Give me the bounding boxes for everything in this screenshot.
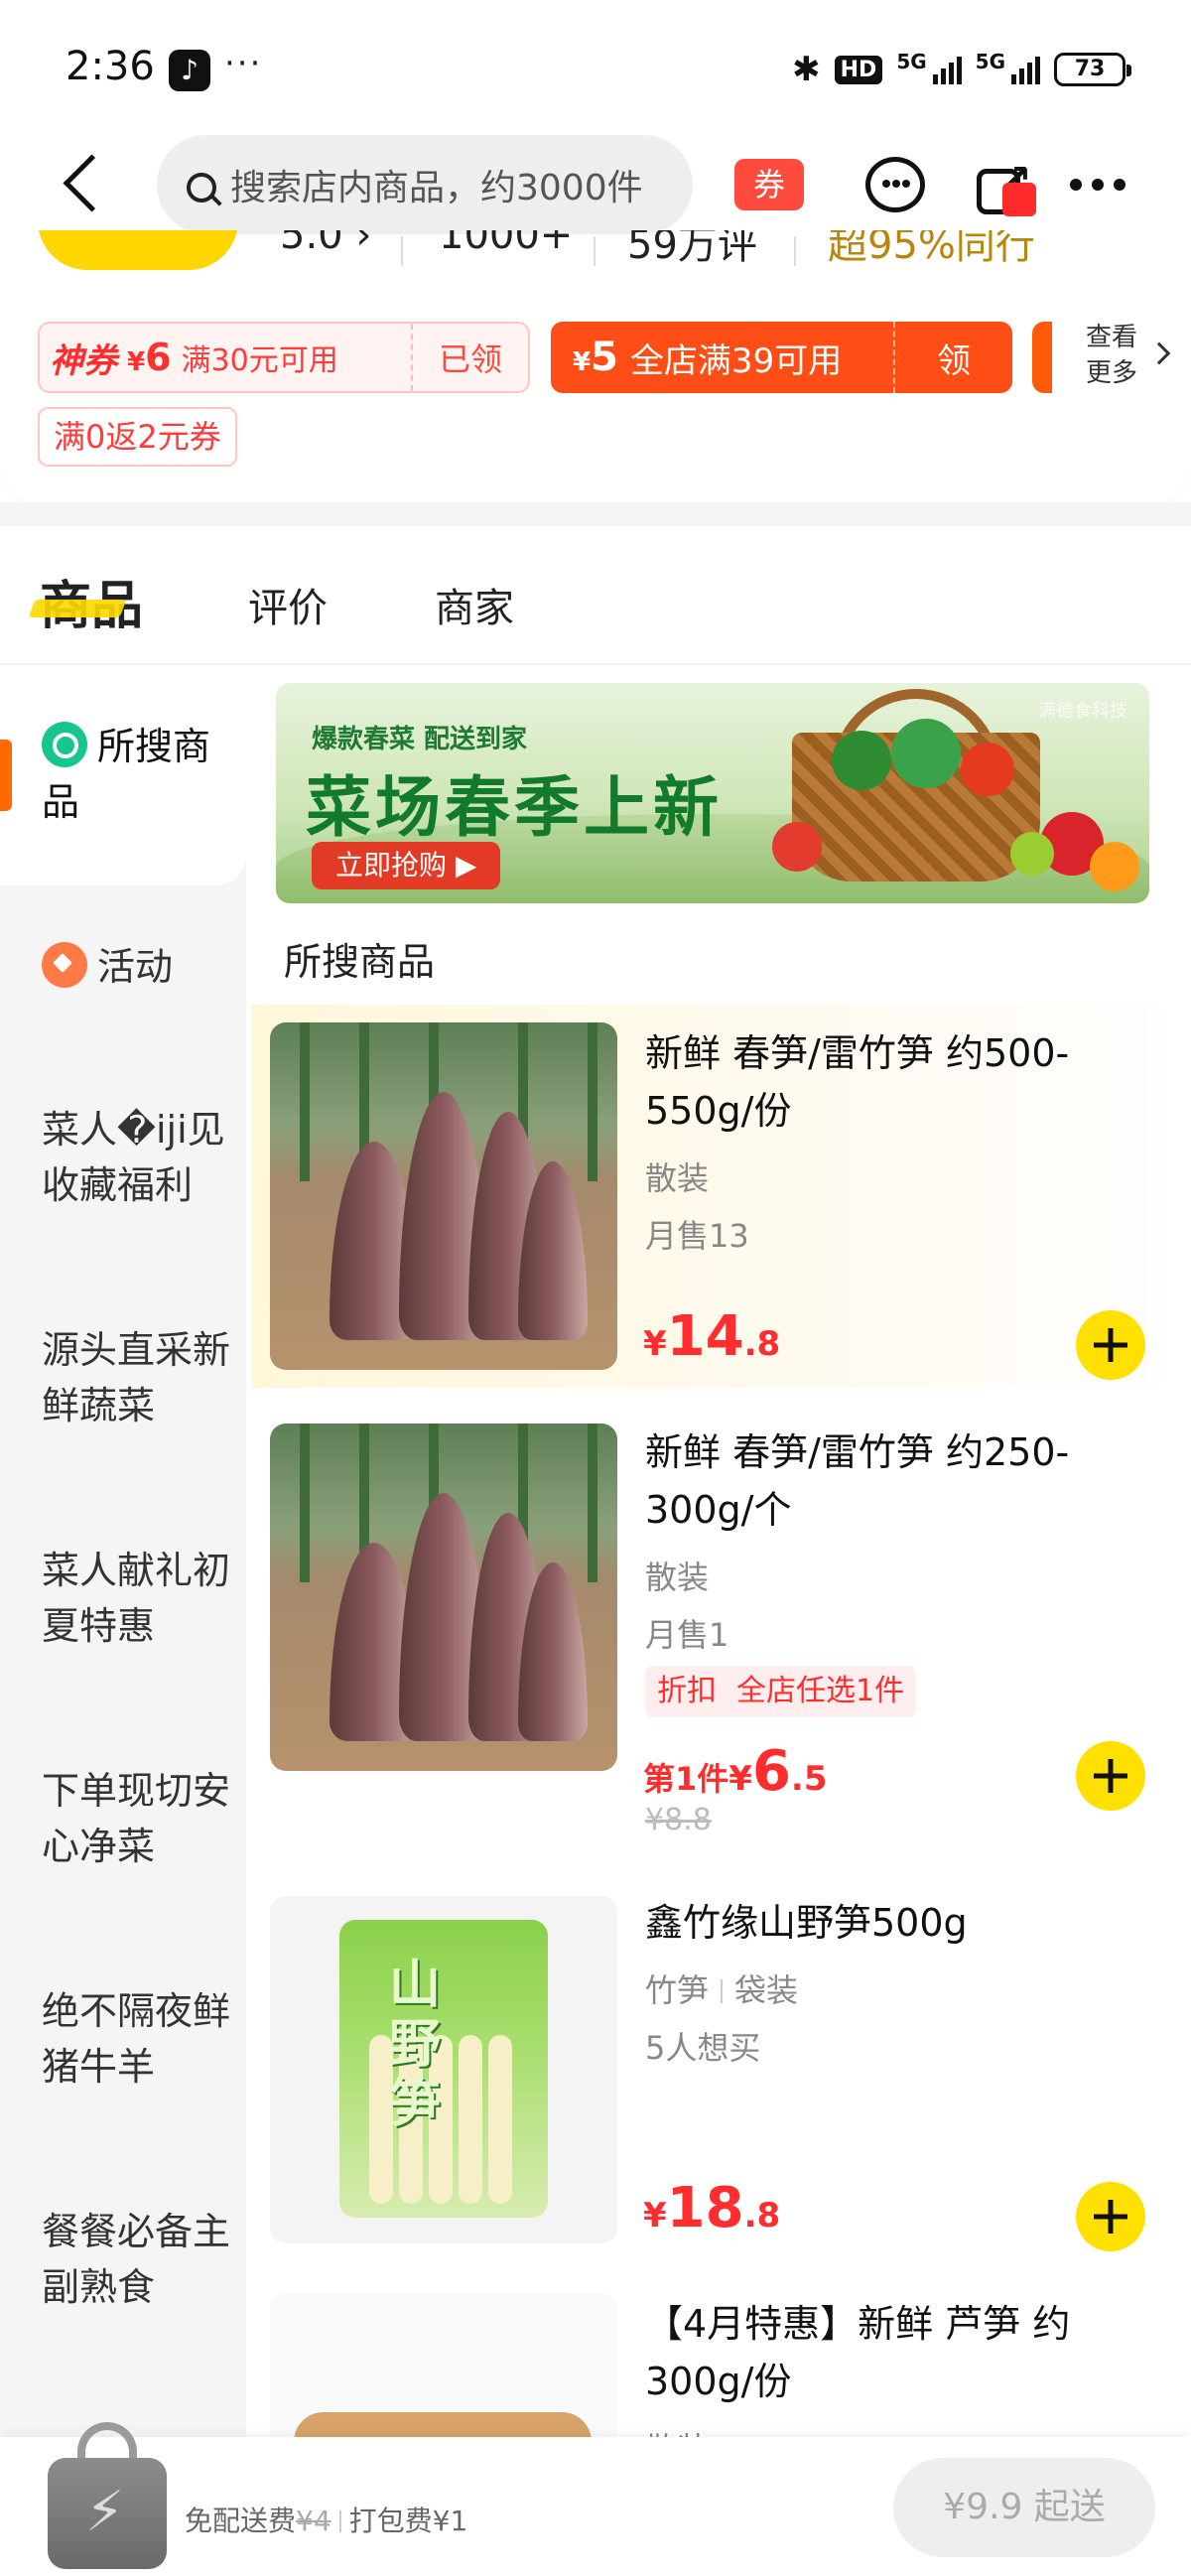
tab-reviews[interactable]: 评价 bbox=[248, 576, 328, 633]
product-title: 鑫竹缘山野笋500g bbox=[645, 1901, 968, 1945]
sidebar-item-fresh-meat[interactable]: 绝不隔夜鲜猪牛羊 bbox=[42, 1983, 240, 2095]
battery-icon: 73 bbox=[1054, 53, 1131, 86]
signal-icon bbox=[932, 55, 962, 84]
coupon-a-status: 已领 bbox=[411, 324, 528, 391]
store-coupon-claim[interactable]: ¥5 全店满39可用 领 bbox=[551, 322, 1012, 393]
store-logo bbox=[38, 230, 238, 270]
add-to-cart-button[interactable] bbox=[1076, 2182, 1145, 2251]
banner-subtitle: 爆款春菜 配送到家 bbox=[312, 725, 528, 754]
product-spec: 散装 bbox=[645, 2424, 709, 2437]
signal-icon-2 bbox=[1011, 55, 1040, 84]
product-spec: 散装 bbox=[645, 1559, 710, 1596]
product-spec: 散装 bbox=[645, 1159, 710, 1197]
section-title: 所搜商品 bbox=[284, 940, 436, 984]
search-icon bbox=[187, 173, 216, 203]
status-bar: 2:36 ♪ ··· ✱ HD 5G 5G 73 bbox=[0, 0, 1191, 139]
sidebar-item-searched[interactable]: 所搜商品 bbox=[42, 719, 240, 830]
product-image-bamboo-shoots[interactable] bbox=[270, 1424, 617, 1771]
store-rating: 5.0 › bbox=[280, 230, 372, 258]
search-circle-icon bbox=[42, 722, 87, 767]
store-tabs: 商品 评价 商家 bbox=[0, 526, 1191, 665]
product-sales: 月售13 bbox=[645, 1217, 749, 1255]
more-notifications-icon: ··· bbox=[224, 44, 263, 83]
store-coupon-claimed[interactable]: 神券 ¥6 满30元可用 已领 bbox=[38, 322, 530, 393]
discount-badge: 折扣 全店任选1件 bbox=[645, 1666, 917, 1717]
status-icons: ✱ HD 5G 5G 73 bbox=[792, 50, 1131, 89]
coupon-c-partial[interactable] bbox=[1032, 322, 1052, 393]
network-label-1: 5G bbox=[896, 50, 927, 73]
tag-icon bbox=[42, 942, 87, 988]
back-arrow-icon[interactable] bbox=[58, 149, 107, 218]
product-title: 新鲜 春笋/雷竹笋 约500-550g/份 bbox=[645, 1031, 1070, 1133]
return-coupon-badge[interactable]: 满0返2元券 bbox=[38, 407, 237, 467]
tab-merchant[interactable]: 商家 bbox=[435, 576, 514, 633]
store-stats-row: 5.0 › 1000+ 59万评 超95%同行 bbox=[0, 230, 1191, 280]
product-spec: 竹笋 袋装 bbox=[645, 1971, 799, 2009]
banner-title: 菜场春季上新 bbox=[306, 769, 723, 846]
share-icon[interactable]: ↗ bbox=[977, 157, 1036, 216]
network-label-2: 5G bbox=[975, 50, 1005, 73]
store-reviews: 59万评 bbox=[627, 230, 757, 268]
sidebar-item-prepped-veg[interactable]: 下单现切安心净菜 bbox=[42, 1763, 240, 1874]
product-sales: 月售1 bbox=[645, 1616, 729, 1654]
product-card[interactable]: 新鲜 春笋/雷竹笋 约500-550g/份 散装 月售13 ¥14.8 bbox=[252, 1005, 1191, 1388]
store-sales: 1000+ bbox=[439, 230, 574, 258]
sidebar-item-summer-deals[interactable]: 菜人献礼初夏特惠 bbox=[42, 1543, 240, 1654]
sidebar-item-deli[interactable]: 餐餐必备主副熟食 bbox=[42, 2204, 240, 2315]
product-card[interactable]: 新鲜 春笋/雷竹笋 约250-300g/个 散装 月售1 折扣 全店任选1件 第1… bbox=[252, 1402, 1191, 1878]
sidebar-item-fresh-veg[interactable]: 源头直采新鲜蔬菜 bbox=[42, 1322, 240, 1433]
promo-banner[interactable]: 爆款春菜 配送到家 菜场春季上新 立即抢购 ▶ 满德食科技 bbox=[276, 683, 1149, 903]
product-image-bamboo-bag[interactable]: 山野笋 bbox=[270, 1896, 617, 2243]
minimum-order-button[interactable]: ¥9.9 起送 bbox=[893, 2458, 1155, 2557]
hd-icon: HD bbox=[834, 55, 883, 84]
more-options-icon[interactable] bbox=[1070, 179, 1125, 191]
claim-coupon-button[interactable]: 领 bbox=[893, 322, 1012, 393]
coupon-a-condition: 满30元可用 bbox=[181, 343, 338, 378]
product-title: 【4月特惠】新鲜 芦笋 约300g/份 bbox=[645, 2302, 1071, 2403]
product-image-asparagus[interactable] bbox=[270, 2293, 617, 2437]
coupon-b-amount: 5 bbox=[591, 335, 618, 380]
see-more-coupons-link[interactable]: 查看更多 bbox=[1086, 320, 1155, 391]
product-card[interactable]: 【4月特惠】新鲜 芦笋 约300g/份 散装 bbox=[252, 2275, 1191, 2437]
product-price: 第1件¥6.5 bbox=[643, 1739, 828, 1804]
tiktok-icon: ♪ bbox=[169, 50, 210, 91]
product-price: ¥18.8 bbox=[643, 2176, 781, 2240]
add-to-cart-button[interactable] bbox=[1076, 1741, 1145, 1811]
sidebar-active-indicator bbox=[0, 740, 12, 811]
status-time: 2:36 bbox=[66, 44, 155, 89]
store-search-input[interactable]: 搜索店内商品，约3000件 bbox=[157, 135, 693, 234]
bag-label: 山野笋 bbox=[389, 1956, 442, 2134]
sidebar-item-activity[interactable]: 活动 bbox=[42, 939, 240, 995]
banner-buy-button[interactable]: 立即抢购 ▶ bbox=[312, 842, 501, 889]
product-price: ¥14.8 bbox=[643, 1304, 781, 1369]
divider bbox=[0, 502, 1191, 526]
product-wishlist-count: 5人想买 bbox=[645, 2029, 761, 2067]
product-title: 新鲜 春笋/雷竹笋 约250-300g/个 bbox=[645, 1430, 1070, 1532]
delivery-fee-info: 免配送费¥4 打包费¥1 bbox=[185, 2505, 468, 2537]
active-tab-indicator bbox=[28, 600, 127, 617]
red-envelope-icon bbox=[1002, 183, 1036, 216]
add-to-cart-button[interactable] bbox=[1076, 1310, 1145, 1380]
message-icon[interactable] bbox=[865, 157, 925, 212]
coupon-a-amount: 6 bbox=[145, 336, 172, 379]
shopping-bag-icon[interactable]: ⚡ bbox=[48, 2422, 167, 2569]
bluetooth-icon: ✱ bbox=[792, 50, 821, 89]
coupon-icon[interactable]: 券 bbox=[734, 159, 804, 210]
coupon-b-condition: 全店满39可用 bbox=[629, 340, 843, 381]
banner-brand-logo: 满德食科技 bbox=[1038, 701, 1127, 722]
product-card[interactable]: 山野笋 鑫竹缘山野笋500g 竹笋 袋装 5人想买 ¥18.8 bbox=[252, 1878, 1191, 2275]
product-image-bamboo-shoots[interactable] bbox=[270, 1022, 617, 1370]
sidebar-item-favorites[interactable]: 菜人�iji见收藏福利 bbox=[42, 1102, 240, 1213]
search-placeholder: 搜索店内商品，约3000件 bbox=[230, 168, 643, 208]
original-price: ¥8.8 bbox=[645, 1803, 712, 1837]
store-ranking: 超95%同行 bbox=[828, 230, 1035, 268]
store-card-bottom bbox=[0, 467, 1191, 502]
shen-coupon-label: 神券 bbox=[50, 340, 117, 381]
